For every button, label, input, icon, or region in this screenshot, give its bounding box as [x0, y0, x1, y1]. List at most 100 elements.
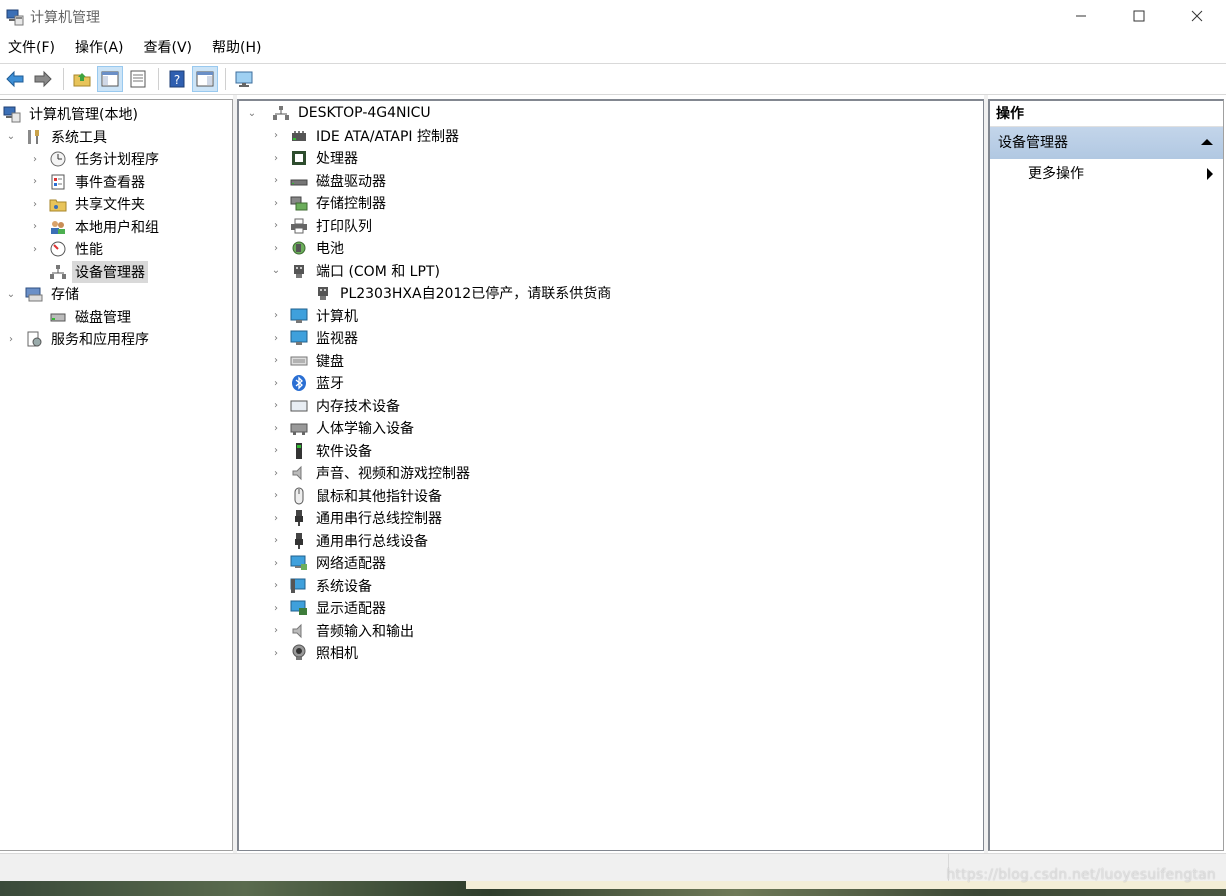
device-category[interactable]: › 磁盘驱动器	[239, 170, 983, 193]
chevron-right-icon[interactable]: ›	[28, 175, 42, 189]
chevron-right-icon[interactable]: ›	[269, 489, 283, 503]
chevron-right-icon[interactable]: ›	[269, 579, 283, 593]
menu-help[interactable]: 帮助(H)	[206, 35, 267, 62]
show-hide-action-pane-button[interactable]	[192, 66, 218, 92]
chevron-right-icon[interactable]: ›	[269, 241, 283, 255]
actions-section-device-manager[interactable]: 设备管理器	[990, 127, 1223, 159]
device-category[interactable]: › 声音、视频和游戏控制器	[239, 462, 983, 485]
device-category-ports[interactable]: ⌄ 端口 (COM 和 LPT)	[239, 260, 983, 283]
maximize-icon	[1133, 10, 1145, 22]
maximize-button[interactable]	[1110, 0, 1168, 32]
computer-management-icon	[6, 8, 24, 26]
chevron-right-icon[interactable]: ›	[269, 601, 283, 615]
device-category[interactable]: › 计算机	[239, 305, 983, 328]
collapse-up-icon[interactable]	[1201, 139, 1213, 145]
device-category-label: 显示适配器	[316, 601, 386, 618]
device-tree-root[interactable]: ⌄ DESKTOP-4G4NICU	[239, 102, 983, 125]
back-button[interactable]	[2, 66, 28, 92]
tree-item-performance[interactable]: › 性能	[0, 238, 232, 261]
chevron-right-icon[interactable]: ›	[269, 331, 283, 345]
more-actions-item[interactable]: 更多操作	[990, 159, 1223, 189]
device-category[interactable]: › 打印队列	[239, 215, 983, 238]
chevron-right-icon[interactable]: ›	[269, 556, 283, 570]
device-category[interactable]: › 音频输入和输出	[239, 620, 983, 643]
close-button[interactable]	[1168, 0, 1226, 32]
tree-item-root[interactable]: 计算机管理(本地)	[0, 103, 232, 126]
device-category[interactable]: › 通用串行总线控制器	[239, 507, 983, 530]
event-viewer-icon	[48, 172, 68, 192]
show-hide-console-tree-button[interactable]	[97, 66, 123, 92]
tree-item-task-scheduler[interactable]: › 任务计划程序	[0, 148, 232, 171]
device-category-label: 打印队列	[316, 218, 372, 235]
device-category[interactable]: › 监视器	[239, 327, 983, 350]
device-category[interactable]: › 存储控制器	[239, 192, 983, 215]
chevron-right-icon[interactable]: ›	[269, 151, 283, 165]
chevron-right-icon[interactable]: ›	[269, 534, 283, 548]
tree-item-event-viewer[interactable]: › 事件查看器	[0, 171, 232, 194]
chevron-right-icon[interactable]: ›	[269, 466, 283, 480]
minimize-button[interactable]	[1052, 0, 1110, 32]
chevron-right-icon[interactable]: ›	[269, 646, 283, 660]
chevron-right-icon[interactable]: ›	[269, 421, 283, 435]
device-category-label: 声音、视频和游戏控制器	[316, 466, 470, 483]
menu-view[interactable]: 查看(V)	[138, 35, 199, 62]
chevron-right-icon[interactable]: ›	[28, 242, 42, 256]
tree-item-services[interactable]: › 服务和应用程序	[0, 328, 232, 351]
computer-icon	[289, 306, 309, 326]
chevron-down-icon[interactable]: ⌄	[4, 287, 18, 301]
chevron-right-icon[interactable]: ›	[269, 399, 283, 413]
device-category[interactable]: › 蓝牙	[239, 372, 983, 395]
up-folder-button[interactable]	[69, 66, 95, 92]
device-category[interactable]: › 处理器	[239, 147, 983, 170]
menu-file[interactable]: 文件(F)	[2, 35, 61, 62]
chevron-down-icon[interactable]: ⌄	[4, 130, 18, 144]
chevron-right-icon[interactable]: ›	[28, 197, 42, 211]
device-category[interactable]: › IDE ATA/ATAPI 控制器	[239, 125, 983, 148]
chevron-down-icon[interactable]: ⌄	[269, 264, 283, 278]
chevron-right-icon[interactable]: ›	[269, 354, 283, 368]
tree-item-disk-management[interactable]: 磁盘管理	[0, 306, 232, 329]
help-button[interactable]: ?	[164, 66, 190, 92]
device-category[interactable]: › 系统设备	[239, 575, 983, 598]
chevron-right-icon[interactable]: ›	[269, 309, 283, 323]
chevron-right-icon[interactable]: ›	[269, 196, 283, 210]
properties-button[interactable]	[125, 66, 151, 92]
tree-item-local-users[interactable]: › 本地用户和组	[0, 216, 232, 239]
tree-item-system-tools[interactable]: ⌄ 系统工具	[0, 126, 232, 149]
chevron-right-icon[interactable]: ›	[269, 219, 283, 233]
device-category[interactable]: › 键盘	[239, 350, 983, 373]
menu-action[interactable]: 操作(A)	[69, 35, 130, 62]
forward-button[interactable]	[30, 66, 56, 92]
device-category[interactable]: › 显示适配器	[239, 597, 983, 620]
chevron-right-icon[interactable]: ›	[269, 174, 283, 188]
battery-icon	[289, 238, 309, 258]
device-item-pl2303[interactable]: PL2303HXA自2012已停产，请联系供货商	[239, 282, 983, 305]
up-folder-icon	[73, 73, 91, 87]
tree-item-storage[interactable]: ⌄ 存储	[0, 283, 232, 306]
device-category[interactable]: › 照相机	[239, 642, 983, 665]
device-category[interactable]: › 人体学输入设备	[239, 417, 983, 440]
device-category[interactable]: › 软件设备	[239, 440, 983, 463]
chevron-right-icon[interactable]: ›	[269, 444, 283, 458]
chevron-right-icon[interactable]: ›	[4, 332, 18, 346]
chevron-right-icon[interactable]: ›	[28, 220, 42, 234]
device-category[interactable]: › 网络适配器	[239, 552, 983, 575]
tree-item-shared-folders[interactable]: › 共享文件夹	[0, 193, 232, 216]
chevron-right-icon[interactable]: ›	[269, 129, 283, 143]
device-category[interactable]: › 内存技术设备	[239, 395, 983, 418]
chevron-right-icon[interactable]: ›	[269, 624, 283, 638]
display-adapter-icon	[289, 598, 309, 618]
chevron-right-icon[interactable]: ›	[28, 152, 42, 166]
chevron-right-icon[interactable]: ›	[269, 376, 283, 390]
device-category-label: IDE ATA/ATAPI 控制器	[316, 128, 460, 145]
menu-bar: 文件(F) 操作(A) 查看(V) 帮助(H)	[0, 35, 1226, 62]
device-category-label: 计算机	[316, 308, 358, 325]
chevron-down-icon[interactable]: ⌄	[245, 106, 259, 120]
device-category[interactable]: › 通用串行总线设备	[239, 530, 983, 553]
device-category[interactable]: › 电池	[239, 237, 983, 260]
chevron-right-icon[interactable]: ›	[269, 511, 283, 525]
scan-hardware-button[interactable]	[231, 66, 257, 92]
tree-item-device-manager[interactable]: 设备管理器	[0, 260, 232, 284]
device-category[interactable]: › 鼠标和其他指针设备	[239, 485, 983, 508]
device-category-label: 内存技术设备	[316, 398, 400, 415]
